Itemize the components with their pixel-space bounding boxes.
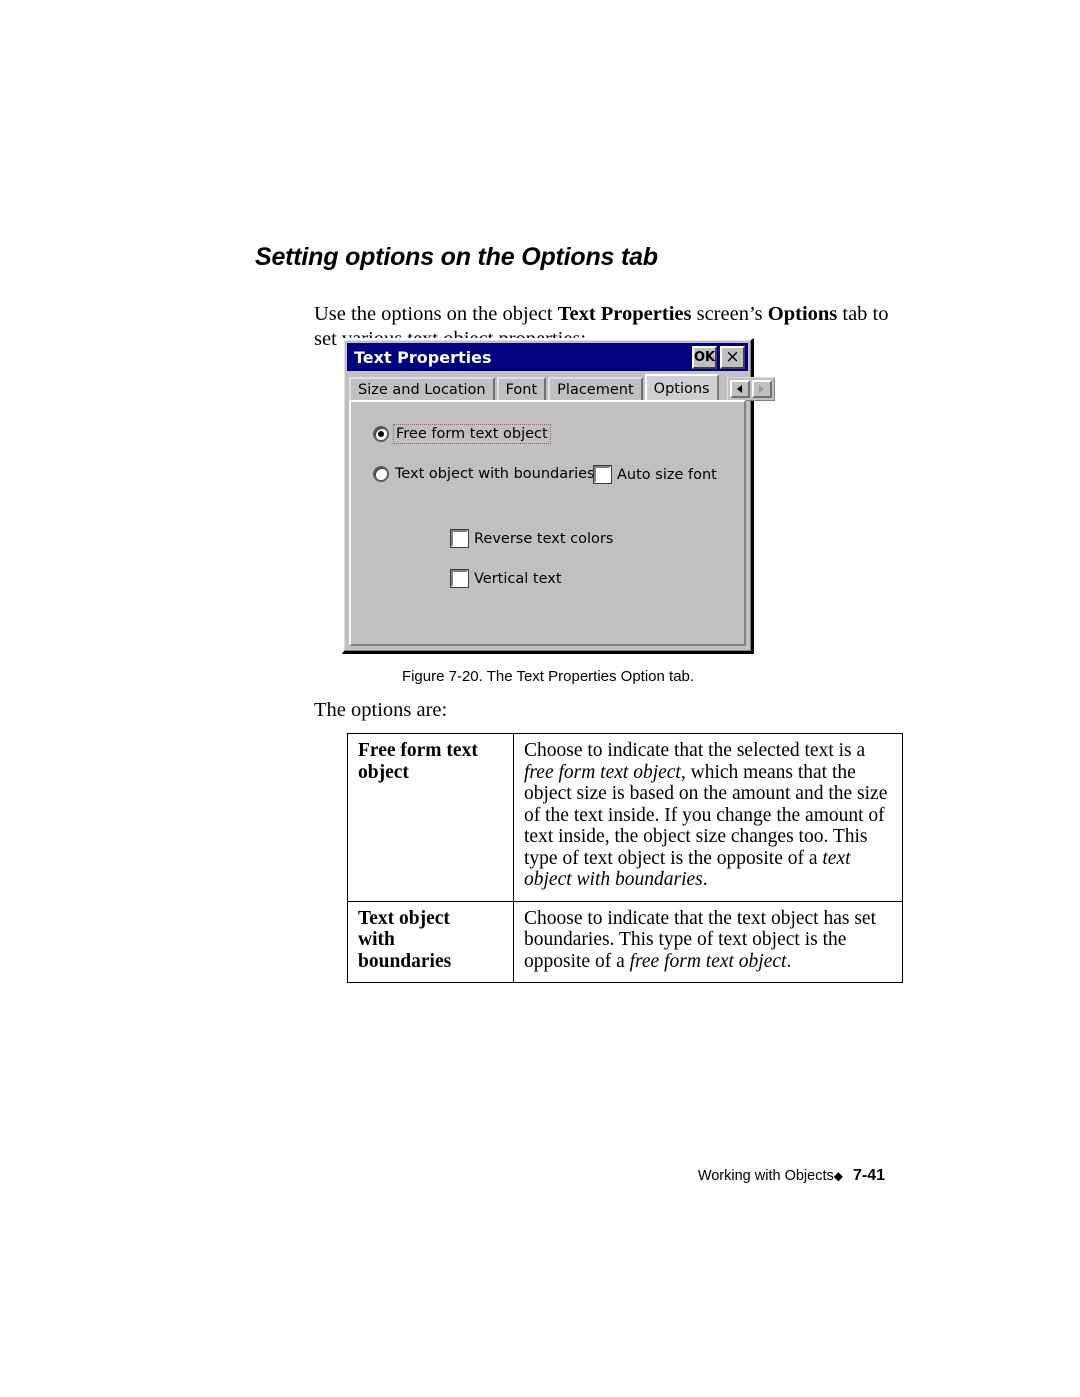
table-cell-description: Choose to indicate that the selected tex…	[513, 733, 903, 902]
checkbox-unchecked-icon	[450, 529, 469, 548]
desc-emphasis-1: free form text object	[524, 761, 681, 783]
checkbox-label: Auto size font	[617, 466, 717, 483]
radio-label: Text object with boundaries	[395, 466, 595, 482]
dialog-tabstrip: Size and Location Font Placement Options	[349, 373, 775, 401]
dialog-title: Text Properties	[354, 347, 492, 367]
table-row: Text object with boundaries Choose to in…	[347, 900, 903, 983]
term-label: Text object with boundaries	[358, 907, 452, 972]
checkbox-auto-size-font[interactable]: Auto size font	[593, 465, 717, 484]
checkbox-unchecked-icon	[593, 465, 612, 484]
tab-options[interactable]: Options	[644, 374, 719, 401]
dialog-titlebar: Text Properties OK ×	[347, 343, 748, 371]
tab-placement[interactable]: Placement	[548, 377, 643, 401]
radio-unselected-icon	[373, 466, 389, 482]
tab-label: Size and Location	[358, 382, 486, 398]
intro-bold-text-properties: Text Properties	[557, 302, 692, 325]
page-footer: Working with Objects◆ 7-41	[0, 1167, 1080, 1185]
intro-text-part1: Use the options on the object	[314, 302, 558, 325]
radio-selected-icon	[373, 426, 389, 442]
tab-label: Options	[653, 380, 710, 397]
radio-text-object-with-boundaries[interactable]: Text object with boundaries	[373, 466, 595, 482]
footer-section-label: Working with Objects	[697, 1168, 834, 1184]
radio-label: Free form text object	[396, 426, 548, 442]
table-cell-term: Free form text object	[347, 733, 514, 902]
term-label: Free form text object	[358, 740, 478, 783]
diamond-icon: ◆	[833, 1169, 843, 1183]
text-properties-dialog: Text Properties OK × Size and Location F…	[342, 338, 775, 654]
tab-font[interactable]: Font	[496, 377, 547, 401]
options-table: Free form text object Choose to indicate…	[347, 733, 903, 983]
options-tab-page: Free form text object Text object with b…	[349, 400, 746, 646]
tab-label: Font	[505, 382, 538, 398]
table-cell-term: Text object with boundaries	[347, 900, 514, 983]
desc-part-3: .	[702, 869, 708, 890]
chevron-right-icon	[759, 385, 765, 393]
close-icon[interactable]: ×	[720, 345, 745, 369]
desc-emphasis-1: free form text object	[629, 950, 787, 972]
desc-part-1: Choose to indicate that the selected tex…	[524, 740, 866, 761]
tab-scroll-left-button[interactable]	[729, 380, 750, 398]
page-title: Setting options on the Options tab	[255, 243, 658, 271]
figure-caption: Figure 7-20. The Text Properties Option …	[401, 668, 695, 685]
intro-bold-options: Options	[767, 302, 838, 325]
tab-size-and-location[interactable]: Size and Location	[349, 377, 495, 401]
checkbox-unchecked-icon	[450, 569, 469, 588]
desc-part-2: .	[786, 950, 792, 972]
dialog-inner-frame: Text Properties OK × Size and Location F…	[344, 340, 775, 651]
focus-rectangle: Free form text object	[393, 424, 551, 444]
table-cell-description: Choose to indicate that the text object …	[513, 900, 903, 983]
checkbox-vertical-text[interactable]: Vertical text	[450, 569, 562, 588]
checkbox-label: Reverse text colors	[474, 530, 614, 547]
options-lead-in: The options are:	[314, 699, 448, 721]
page-number: 7-41	[852, 1167, 885, 1184]
checkbox-label: Vertical text	[474, 570, 562, 587]
tab-scroll-right-button[interactable]	[751, 380, 772, 398]
intro-text-part2: screen’s	[691, 302, 768, 325]
tab-scroll-buttons	[726, 377, 775, 401]
tab-label: Placement	[557, 382, 634, 398]
radio-free-form-text-object[interactable]: Free form text object	[373, 424, 551, 444]
table-row: Free form text object Choose to indicate…	[347, 733, 903, 902]
chevron-left-icon	[737, 385, 743, 393]
ok-button[interactable]: OK	[692, 345, 717, 369]
checkbox-reverse-text-colors[interactable]: Reverse text colors	[450, 529, 614, 548]
